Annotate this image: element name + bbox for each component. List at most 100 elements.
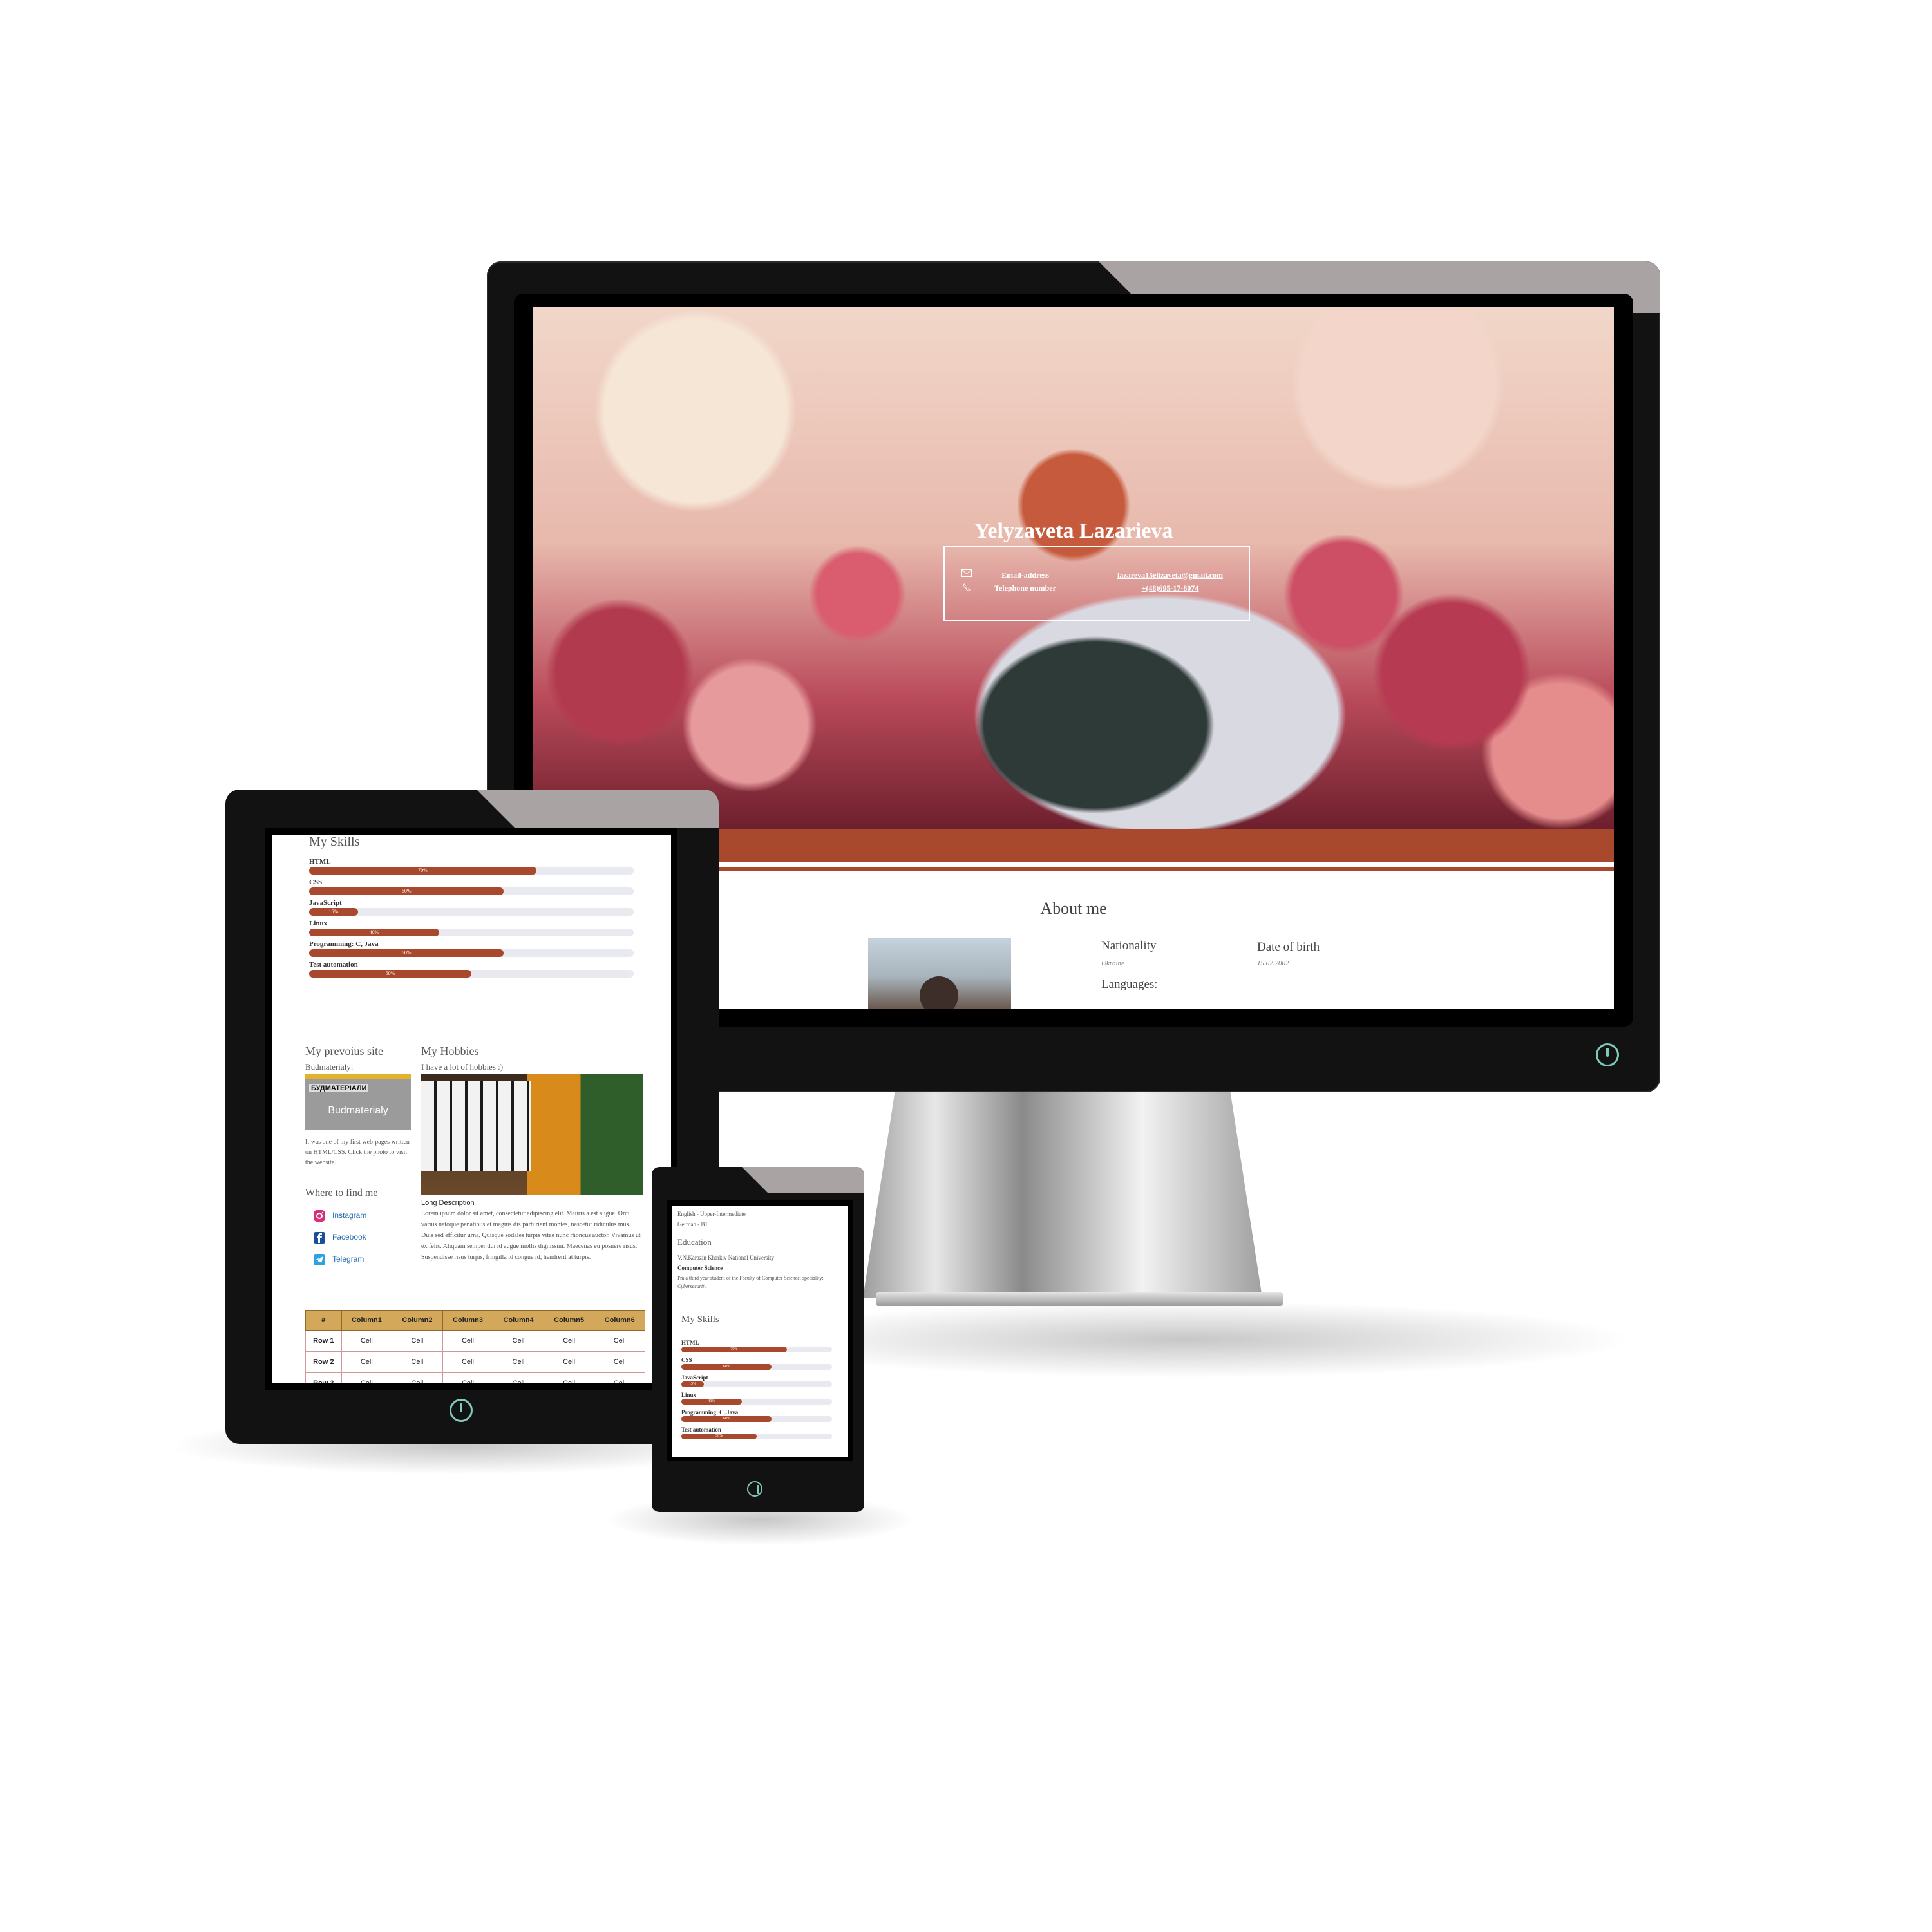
table-header-row: # Column1 Column2 Column3 Column4 Column5 Colu… bbox=[305, 1310, 645, 1331]
table-row: Row 3 Cell Cell Cell Cell Cell Cell bbox=[305, 1372, 645, 1383]
phone-speciality: Cybersecurity bbox=[677, 1283, 706, 1289]
tablet-skill-label: HTML bbox=[309, 858, 331, 866]
phone-skill-track: 60% bbox=[681, 1364, 832, 1370]
tablet-skill-track: 60% bbox=[309, 887, 634, 895]
prev-site-image-bar bbox=[305, 1074, 411, 1079]
table-header-cell: Column6 bbox=[594, 1310, 645, 1331]
facebook-link[interactable]: Facebook bbox=[313, 1231, 366, 1247]
phone-skill-label: HTML bbox=[681, 1340, 699, 1346]
tablet-skill-label: Linux bbox=[309, 920, 328, 927]
languages-label: Languages: bbox=[1101, 978, 1158, 991]
table-cell: Cell bbox=[341, 1351, 393, 1373]
table-row: Row 1 Cell Cell Cell Cell Cell Cell bbox=[305, 1330, 645, 1352]
dob-label: Date of birth bbox=[1257, 940, 1320, 954]
table-header-cell: Column3 bbox=[442, 1310, 494, 1331]
tablet-skill-track: 60% bbox=[309, 949, 634, 957]
phone-education-title: Education bbox=[677, 1237, 712, 1247]
tablet-skill-track: 40% bbox=[309, 929, 634, 936]
table-cell: Cell bbox=[341, 1372, 393, 1383]
data-table: # Column1 Column2 Column3 Column4 Column5 Colu… bbox=[305, 1310, 645, 1383]
hobbies-title: My Hobbies bbox=[421, 1045, 479, 1057]
tablet-skills-title: My Skills bbox=[309, 835, 360, 849]
prev-site-title: My prevoius site bbox=[305, 1045, 383, 1057]
instagram-label: Instagram bbox=[332, 1211, 367, 1220]
hero-name: Yelyzaveta Lazarieva bbox=[974, 519, 1173, 543]
table-cell: Cell bbox=[442, 1330, 494, 1352]
phone-skill-label: Linux bbox=[681, 1392, 697, 1398]
nationality-value: Ukraine bbox=[1101, 960, 1125, 967]
table-row: Row 2 Cell Cell Cell Cell Cell Cell bbox=[305, 1351, 645, 1373]
instagram-link[interactable]: Instagram bbox=[313, 1209, 366, 1226]
prev-site-caption: Budmaterialy bbox=[328, 1105, 388, 1116]
table-header-cell: Column4 bbox=[493, 1310, 544, 1331]
telegram-link[interactable]: Telegram bbox=[313, 1253, 364, 1269]
table-cell: Cell bbox=[392, 1372, 443, 1383]
hobbies-subtitle: I have a lot of hobbies :) bbox=[421, 1062, 504, 1072]
table-cell: Row 3 bbox=[305, 1372, 342, 1383]
long-description-link[interactable]: Long Description bbox=[421, 1199, 475, 1207]
phone-skill-label: CSS bbox=[681, 1357, 692, 1363]
table-cell: Cell bbox=[543, 1351, 595, 1373]
tablet-skill-label: JavaScript bbox=[309, 899, 342, 907]
tablet-skill-fill: 70% bbox=[309, 867, 536, 875]
phone-skills-title: My Skills bbox=[681, 1314, 719, 1325]
table-cell: Cell bbox=[543, 1330, 595, 1352]
phone-skill-label: JavaScript bbox=[681, 1374, 708, 1381]
prev-site-description: It was one of my first web-pages written… bbox=[305, 1139, 410, 1166]
phone-language-1: English - Upper-Intermediate bbox=[677, 1211, 746, 1217]
tablet-skill-fill: 60% bbox=[309, 887, 504, 895]
phone-language-2: German - B1 bbox=[677, 1221, 708, 1227]
tablet-screen: My Skills HTML 70% CSS 60% JavaScript 15% Linu… bbox=[272, 835, 671, 1383]
prev-site-logo: БУДМАТЕРІАЛИ bbox=[309, 1084, 369, 1092]
tablet-skill-fill: 60% bbox=[309, 949, 504, 957]
tablet-sheen bbox=[477, 790, 719, 828]
hobbies-piano bbox=[421, 1081, 531, 1171]
table-header-cell: Column1 bbox=[341, 1310, 393, 1331]
monitor-stand bbox=[863, 1092, 1262, 1298]
tablet-skill-fill: 15% bbox=[309, 908, 358, 916]
telegram-label: Telegram bbox=[332, 1255, 365, 1264]
phone-skill-track: 50% bbox=[681, 1434, 832, 1439]
table-cell: Cell bbox=[594, 1330, 645, 1352]
tablet-skill-fill: 40% bbox=[309, 929, 439, 936]
contact-box: Email-address Telephone number lazareva1… bbox=[943, 546, 1250, 621]
tablet-skill-track: 50% bbox=[309, 970, 634, 978]
prev-site-image[interactable]: БУДМАТЕРІАЛИ Budmaterialy bbox=[305, 1074, 411, 1130]
mail-icon bbox=[961, 569, 972, 577]
facebook-icon bbox=[314, 1232, 325, 1244]
phone-skill-fill: 40% bbox=[681, 1399, 742, 1405]
phone-label: Telephone number bbox=[994, 583, 1056, 592]
phone-study-text-main: I'm a third year student of the Faculty … bbox=[677, 1275, 824, 1281]
phone-skill-fill: 60% bbox=[681, 1416, 772, 1422]
phone-skill-fill: 70% bbox=[681, 1347, 787, 1352]
instagram-icon bbox=[314, 1210, 325, 1222]
telegram-icon bbox=[314, 1254, 325, 1265]
monitor-power-icon[interactable] bbox=[1596, 1043, 1619, 1066]
table-cell: Cell bbox=[493, 1351, 544, 1373]
tablet-power-icon[interactable] bbox=[450, 1399, 473, 1422]
email-link[interactable]: lazareva15elizaveta@gmail.com bbox=[1099, 571, 1241, 580]
table-cell: Cell bbox=[543, 1372, 595, 1383]
table-cell: Cell bbox=[493, 1372, 544, 1383]
table-cell: Cell bbox=[392, 1351, 443, 1373]
table-cell: Cell bbox=[392, 1330, 443, 1352]
hobbies-image bbox=[421, 1074, 643, 1195]
phone-skill-track: 60% bbox=[681, 1416, 832, 1422]
tablet-skill-track: 70% bbox=[309, 867, 634, 875]
phone-skill-track: 40% bbox=[681, 1399, 832, 1405]
phone-link[interactable]: +(48)695-17-8074 bbox=[1099, 583, 1241, 593]
phone-device: English - Upper-Intermediate German - B1… bbox=[652, 1167, 864, 1512]
nationality-label: Nationality bbox=[1101, 939, 1157, 952]
phone-sheen bbox=[742, 1167, 864, 1193]
monitor-stand-base bbox=[876, 1292, 1283, 1306]
table-cell: Cell bbox=[442, 1351, 494, 1373]
hobbies-text: Lorem ipsum dolor sit amet, consectetur … bbox=[421, 1210, 641, 1261]
tablet-skill-track: 15% bbox=[309, 908, 634, 916]
phone-university: V.N.Karazin Kharkiv National University bbox=[677, 1255, 775, 1261]
tablet-skill-label: Programming: C, Java bbox=[309, 940, 379, 948]
table-cell: Cell bbox=[442, 1372, 494, 1383]
phone-power-icon[interactable] bbox=[747, 1481, 762, 1497]
phone-screen: English - Upper-Intermediate German - B1… bbox=[672, 1206, 848, 1457]
phone-skill-track: 70% bbox=[681, 1347, 832, 1352]
table-cell: Cell bbox=[594, 1372, 645, 1383]
